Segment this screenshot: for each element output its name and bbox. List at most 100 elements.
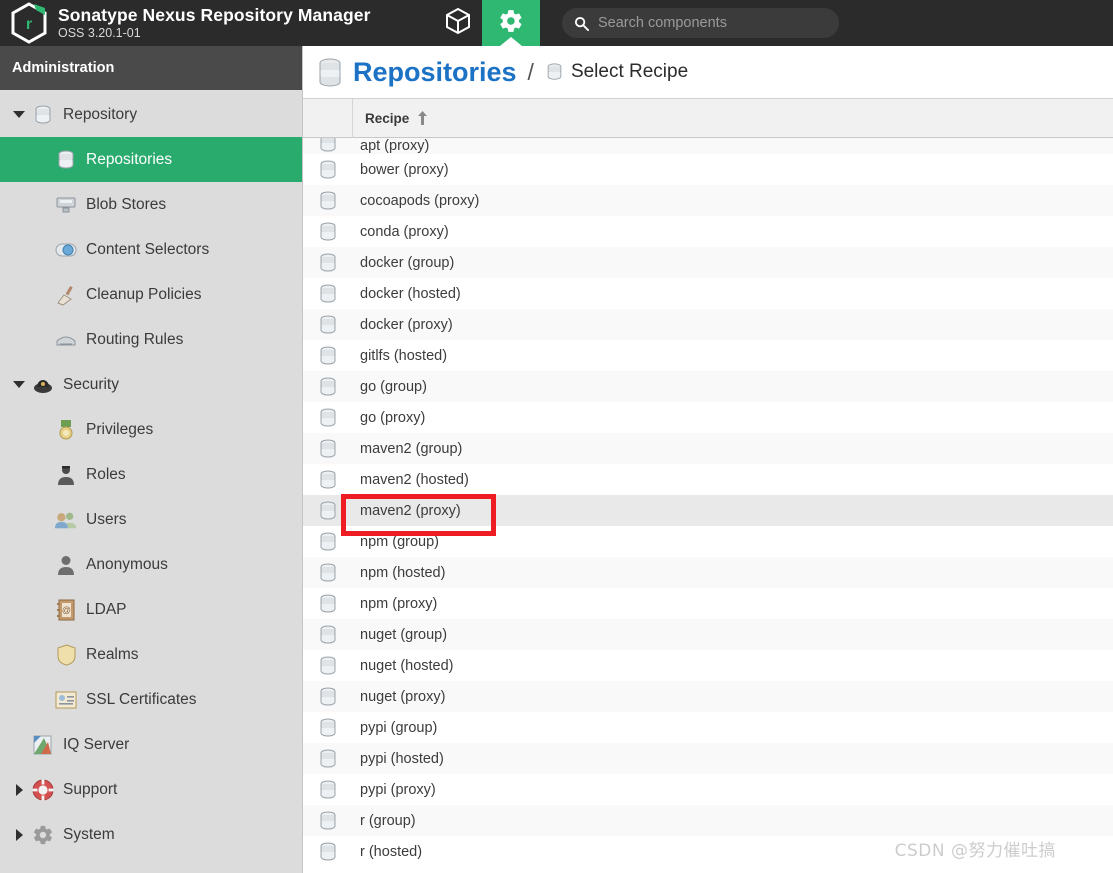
database-icon (303, 748, 353, 770)
sidebar-item-label: Roles (86, 465, 126, 483)
recipe-name: maven2 (proxy) (360, 502, 461, 519)
lifebuoy-icon (32, 779, 54, 801)
sidebar-item-label: IQ Server (63, 735, 130, 753)
system-gear-icon (32, 824, 54, 846)
database-icon (303, 686, 353, 708)
sidebar-item-cleanup-policies[interactable]: Cleanup Policies (0, 272, 302, 317)
recipe-name: r (group) (360, 812, 416, 829)
svg-text:@: @ (62, 605, 71, 615)
app-version: OSS 3.20.1-01 (58, 25, 141, 40)
recipe-row[interactable]: cocoapods (proxy) (303, 185, 1113, 216)
recipe-row[interactable]: pypi (group) (303, 712, 1113, 743)
anonymous-user-icon (55, 554, 77, 576)
sidebar-item-system[interactable]: System (0, 812, 302, 857)
sidebar-item-privileges[interactable]: Privileges (0, 407, 302, 452)
sidebar-item-content-selectors[interactable]: Content Selectors (0, 227, 302, 272)
sidebar-item-support[interactable]: Support (0, 767, 302, 812)
sidebar-item-label: Support (63, 780, 118, 798)
sidebar-item-label: Routing Rules (86, 330, 184, 348)
chevron-right-icon[interactable] (10, 783, 28, 796)
sidebar-item-ssl-certificates[interactable]: SSL Certificates (0, 677, 302, 722)
recipe-name: conda (proxy) (360, 223, 449, 240)
database-icon (303, 138, 353, 154)
recipe-row[interactable]: maven2 (proxy) (303, 495, 1113, 526)
sidebar-item-ldap[interactable]: @ LDAP (0, 587, 302, 632)
recipe-row[interactable]: npm (hosted) (303, 557, 1113, 588)
chevron-down-icon[interactable] (10, 381, 28, 388)
recipe-row[interactable]: go (proxy) (303, 402, 1113, 433)
recipe-row[interactable]: docker (proxy) (303, 309, 1113, 340)
sidebar-item-repositories[interactable]: Repositories (0, 137, 302, 182)
recipe-row[interactable]: maven2 (hosted) (303, 464, 1113, 495)
recipe-row[interactable]: conda (proxy) (303, 216, 1113, 247)
sidebar-item-roles[interactable]: Roles (0, 452, 302, 497)
recipe-row[interactable]: maven2 (group) (303, 433, 1113, 464)
recipe-row[interactable]: bower (proxy) (303, 154, 1113, 185)
administration-gear-button[interactable] (482, 0, 540, 46)
database-icon (303, 345, 353, 367)
database-icon (303, 562, 353, 584)
breadcrumb-repositories-link[interactable]: Repositories (353, 57, 517, 88)
database-icon (55, 149, 77, 171)
sidebar-item-realms[interactable]: Realms (0, 632, 302, 677)
sidebar-item-label: LDAP (86, 600, 127, 618)
sidebar-item-blob-stores[interactable]: Blob Stores (0, 182, 302, 227)
browse-cube-button[interactable] (434, 0, 482, 46)
recipe-name: pypi (hosted) (360, 750, 444, 767)
sidebar-item-label: Repository (63, 105, 138, 123)
database-icon (303, 500, 353, 522)
recipe-row[interactable]: npm (group) (303, 526, 1113, 557)
database-icon (303, 314, 353, 336)
recipe-row[interactable]: apt (proxy) (303, 138, 1113, 154)
sidebar-item-label: Anonymous (86, 555, 168, 573)
sidebar-item-label: SSL Certificates (86, 690, 197, 708)
svg-text:r: r (26, 16, 32, 33)
recipe-row[interactable]: npm (proxy) (303, 588, 1113, 619)
sidebar-item-label: System (63, 825, 115, 843)
recipe-row[interactable]: nuget (group) (303, 619, 1113, 650)
sidebar-item-label: Blob Stores (86, 195, 167, 213)
search-icon (574, 16, 590, 31)
recipe-row[interactable]: gitlfs (hosted) (303, 340, 1113, 371)
database-icon (303, 190, 353, 212)
sidebar-item-repository[interactable]: Repository (0, 92, 302, 137)
recipe-row[interactable]: pypi (proxy) (303, 774, 1113, 805)
recipe-name: cocoapods (proxy) (360, 192, 480, 209)
recipe-name: pypi (proxy) (360, 781, 436, 798)
search-box[interactable] (562, 8, 839, 38)
recipe-name: npm (group) (360, 533, 439, 550)
chevron-right-icon[interactable] (10, 828, 28, 841)
recipe-row[interactable]: nuget (hosted) (303, 650, 1113, 681)
recipe-name: go (proxy) (360, 409, 426, 426)
sidebar-item-anonymous[interactable]: Anonymous (0, 542, 302, 587)
certificate-icon (55, 689, 77, 711)
application-window: r Sonatype Nexus Repository Manager OSS … (0, 0, 1113, 873)
recipe-name: pypi (group) (360, 719, 438, 736)
recipe-name: docker (proxy) (360, 316, 453, 333)
iq-server-icon (32, 734, 54, 756)
recipe-row[interactable]: go (group) (303, 371, 1113, 402)
sidebar-item-iq-server[interactable]: IQ Server (0, 722, 302, 767)
watermark: CSDN @努力催吐搞 (894, 841, 1056, 861)
recipe-row[interactable]: nuget (proxy) (303, 681, 1113, 712)
sidebar-item-label: Users (86, 510, 127, 528)
recipe-name: docker (hosted) (360, 285, 461, 302)
recipe-name: bower (proxy) (360, 161, 449, 178)
sidebar-item-routing-rules[interactable]: Routing Rules (0, 317, 302, 362)
database-icon (303, 221, 353, 243)
search-input[interactable] (598, 15, 827, 31)
sidebar-item-security[interactable]: Security (0, 362, 302, 407)
content-selector-icon (55, 239, 77, 261)
recipe-row[interactable]: pypi (hosted) (303, 743, 1113, 774)
breadcrumb-separator: / (527, 58, 534, 85)
recipe-row[interactable]: docker (group) (303, 247, 1113, 278)
sort-ascending-icon (417, 111, 428, 125)
recipe-row[interactable]: r (group) (303, 805, 1113, 836)
ldap-book-icon: @ (55, 599, 77, 621)
recipe-row[interactable]: docker (hosted) (303, 278, 1113, 309)
sidebar-item-users[interactable]: Users (0, 497, 302, 542)
chevron-down-icon[interactable] (10, 111, 28, 118)
breadcrumb-current-page: Select Recipe (570, 61, 689, 82)
security-shield-icon (32, 374, 54, 396)
grid-column-recipe[interactable]: Recipe (353, 111, 1113, 126)
